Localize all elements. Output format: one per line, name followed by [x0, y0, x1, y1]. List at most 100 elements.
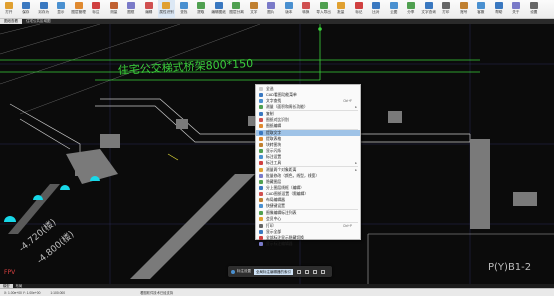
menu-item-label: 提取表格: [266, 136, 282, 141]
print-icon: [442, 2, 451, 9]
menu-item-icon: [259, 87, 263, 91]
floating-toolbar: 标注设置 全局标注编辑器的索引: [228, 266, 332, 277]
status-bar: X: 1.00e+00 Y: 1.00e+00 1:100.000 看图软件技术…: [0, 288, 554, 296]
ribbon-button-text-search[interactable]: 文字查询: [420, 0, 438, 18]
context-menu-item[interactable]: 快捷键设置: [256, 203, 360, 209]
menu-item-icon: [259, 93, 263, 97]
ribbon-button-dimension[interactable]: 标注: [88, 0, 106, 18]
ribbon-button-label: 分享: [407, 10, 415, 14]
ribbon-button-batch[interactable]: 批量: [333, 0, 351, 18]
menu-item-label: 批量修改（颜色，线型，线宽）: [266, 173, 320, 178]
zoom-in-icon[interactable]: [297, 269, 301, 274]
ribbon-button-label: 转换: [302, 10, 310, 14]
ribbon-button-label: 设置: [530, 10, 538, 14]
annotation-editor-dropdown[interactable]: 全局标注编辑器的索引: [254, 268, 293, 275]
ribbon-button-support[interactable]: 客服: [473, 0, 491, 18]
context-menu-item[interactable]: 显示标注编辑器: [256, 241, 360, 247]
find-icon: [179, 2, 188, 9]
ribbon-button-label: 导入导出: [316, 10, 331, 14]
menu-item-icon: [259, 118, 263, 122]
annotation-settings-icon[interactable]: [231, 269, 235, 274]
menu-item-label: 快捷键设置: [266, 203, 285, 208]
menu-item-label: CAD图纸设置（需编辑）: [266, 191, 309, 196]
menu-item-icon: [259, 143, 263, 147]
menu-item-icon: [259, 198, 263, 202]
context-menu-item[interactable]: 测量（面积和周长功能） ▸: [256, 104, 360, 110]
fit-view-icon[interactable]: [313, 269, 317, 274]
ribbon-button-convert[interactable]: 转换: [298, 0, 316, 18]
ribbon-button-save-as[interactable]: 另存为: [35, 0, 53, 18]
ribbon-button-text[interactable]: 文字: [245, 0, 263, 18]
menu-item-label: 图纸编辑: [266, 123, 282, 128]
menu-item-shortcut: Ctrl+P: [343, 224, 352, 228]
extract-icon: [197, 2, 206, 9]
close-icon[interactable]: [321, 269, 325, 274]
ribbon-button-about[interactable]: 关于: [508, 0, 526, 18]
menu-item-icon: [259, 224, 263, 228]
ribbon-button-compare[interactable]: 比对: [368, 0, 386, 18]
ribbon-button-label: 批量: [337, 10, 345, 14]
property-icon: [162, 2, 171, 9]
ribbon-button-share[interactable]: 分享: [403, 0, 421, 18]
submenu-arrow-icon: ▸: [355, 161, 357, 165]
menu-item-icon: [259, 149, 263, 153]
menu-item-icon: [259, 236, 263, 240]
ribbon-button-mark[interactable]: 标记: [350, 0, 368, 18]
ribbon-button-save[interactable]: 保存: [18, 0, 36, 18]
ribbon-button-label: 帮助: [495, 10, 503, 14]
menu-item-label: 全选: [266, 86, 274, 91]
ribbon-button-measure[interactable]: 测量: [105, 0, 123, 18]
ribbon-button-settings[interactable]: 设置: [525, 0, 543, 18]
ribbon-button-extract[interactable]: 提取: [193, 0, 211, 18]
ribbon-button-import-export[interactable]: 导入导出: [315, 0, 333, 18]
open-folder-icon: [4, 2, 13, 9]
menu-item-icon: [259, 230, 263, 234]
scale-readout: 1:100.000: [50, 290, 66, 295]
ribbon-button-find[interactable]: 查找: [175, 0, 193, 18]
layer-split-icon: [232, 2, 241, 9]
menu-item-label: 提取文字: [266, 130, 282, 135]
mark-icon: [354, 2, 363, 9]
ribbon-button-layer-split[interactable]: 图层分离: [228, 0, 246, 18]
display-icon: [57, 2, 66, 9]
zoom-out-icon[interactable]: [305, 269, 309, 274]
ribbon-button-cloud[interactable]: 云图: [385, 0, 403, 18]
context-menu-item[interactable]: 图纸编辑: [256, 123, 360, 129]
context-menu-item[interactable]: 会员中心: [256, 216, 360, 222]
menu-item-label: 图纸对比识别: [266, 117, 289, 122]
menu-item-label: 隐藏图层: [266, 179, 282, 184]
submenu-arrow-icon: ▸: [355, 105, 357, 109]
layer-icon: [74, 2, 83, 9]
menu-item-label: 文字查找: [266, 98, 282, 103]
ribbon-button-property[interactable]: 属性识别: [157, 0, 175, 18]
menu-item-icon: [259, 186, 263, 190]
ribbon-button-edit[interactable]: 编辑: [140, 0, 158, 18]
ribbon-button-label: 查找: [180, 10, 188, 14]
floatbar-label: 标注设置: [237, 269, 251, 273]
ribbon-button-layer[interactable]: 图层管理: [70, 0, 88, 18]
ribbon-button-help[interactable]: 帮助: [490, 0, 508, 18]
menu-item-icon: [259, 155, 263, 159]
menu-item-label: 测量（面积和周长功能）: [266, 104, 308, 109]
ribbon-button-display[interactable]: 显示: [53, 0, 71, 18]
ribbon-button-open-folder[interactable]: 打开: [0, 0, 18, 18]
menu-item-label: 标注设置: [266, 154, 282, 159]
menu-item-icon: [259, 180, 263, 184]
ribbon-button-version[interactable]: 版本: [280, 0, 298, 18]
edit-icon: [144, 2, 153, 9]
ribbon-button-frame[interactable]: 图框: [123, 0, 141, 18]
context-menu-item[interactable]: 标注工具 ▸: [256, 160, 360, 166]
ribbon-button-print[interactable]: 打印: [438, 0, 456, 18]
ribbon-button-edit-drawing[interactable]: 编辑图纸: [210, 0, 228, 18]
ribbon-button-label: 图层分离: [229, 10, 244, 14]
menu-item-icon: [259, 204, 263, 208]
ribbon-button-account[interactable]: 账号: [455, 0, 473, 18]
menu-item-icon: [259, 105, 263, 109]
menu-item-label: 分上图层线框（编辑）: [266, 185, 304, 190]
menu-item-label: 测量两个对象距离: [266, 167, 297, 172]
axis-label: P(Y)B1-2: [488, 262, 531, 273]
ribbon-button-label: 标注: [92, 10, 100, 14]
menu-item-icon: [259, 217, 263, 221]
image-icon: [267, 2, 276, 9]
ribbon-button-image[interactable]: 图片: [263, 0, 281, 18]
